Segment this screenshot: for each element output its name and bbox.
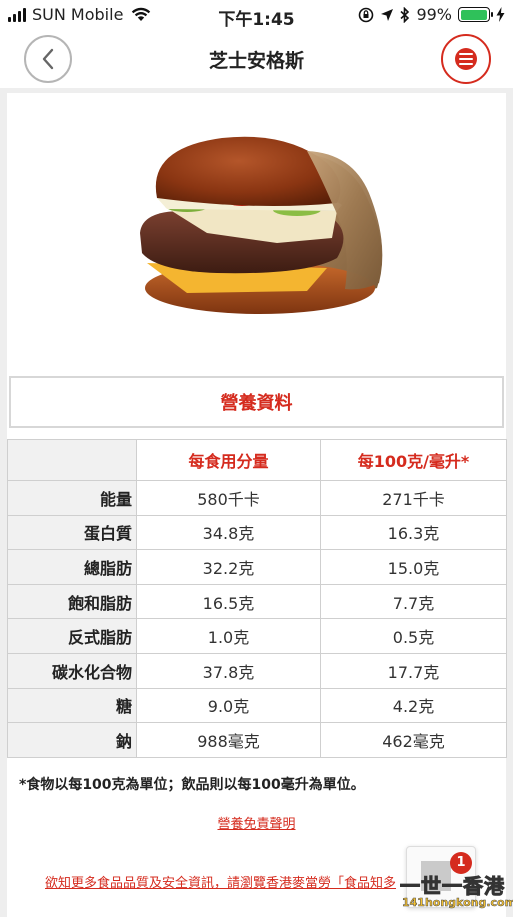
status-right: 99% bbox=[358, 5, 505, 24]
per-100-value: 15.0克 bbox=[320, 549, 507, 585]
table-row: 能量 580千卡 271千卡 bbox=[7, 480, 507, 516]
bluetooth-icon bbox=[400, 6, 410, 23]
per-serving-value: 16.5克 bbox=[136, 583, 321, 620]
status-bar: SUN Mobile 下午1:45 99% bbox=[0, 0, 513, 30]
disclaimer-link[interactable]: 營養免責聲明 bbox=[7, 813, 506, 832]
row-label: 飽和脂肪 bbox=[7, 583, 137, 620]
more-info-link[interactable]: 欲知更多食品品質及安全資訊，請瀏覽香港麥當勞「食品知多 bbox=[45, 872, 396, 891]
watermark-top: 一世一香港 bbox=[400, 874, 505, 899]
battery-percent: 99% bbox=[416, 5, 452, 24]
table-row: 糖 9.0克 4.2克 bbox=[7, 687, 507, 724]
content-frame: 營養資料 每食用分量 每100克/毫升* 能量 580千卡 271千卡 蛋白質 … bbox=[0, 88, 513, 917]
per-100-value: 271千卡 bbox=[320, 480, 507, 516]
column-per-100: 每100克/毫升* bbox=[320, 439, 507, 481]
page-title: 芝士安格斯 bbox=[208, 50, 304, 72]
per-serving-value: 37.8克 bbox=[136, 652, 321, 689]
watermark-logo: 一世一香港 141hongkong.com bbox=[400, 870, 513, 914]
per-serving-value: 32.2克 bbox=[136, 549, 321, 585]
row-label: 碳水化合物 bbox=[7, 652, 137, 689]
menu-icon bbox=[455, 48, 477, 70]
column-per-serving: 每食用分量 bbox=[136, 439, 321, 481]
per-100-value: 462毫克 bbox=[320, 722, 507, 758]
watermark-bottom: 141hongkong.com bbox=[402, 896, 513, 910]
content-panel: 營養資料 每食用分量 每100克/毫升* 能量 580千卡 271千卡 蛋白質 … bbox=[7, 93, 507, 917]
product-image bbox=[7, 93, 506, 363]
per-serving-value: 34.8克 bbox=[136, 514, 321, 551]
per-serving-value: 580千卡 bbox=[136, 480, 321, 516]
table-row: 碳水化合物 37.8克 17.7克 bbox=[7, 652, 507, 689]
table-row: 反式脂肪 1.0克 0.5克 bbox=[7, 618, 507, 654]
burger-image bbox=[140, 136, 383, 314]
per-100-value: 0.5克 bbox=[320, 618, 507, 654]
table-row: 蛋白質 34.8克 16.3克 bbox=[7, 514, 507, 551]
nutrition-section-header: 營養資料 bbox=[9, 376, 504, 428]
table-header-blank bbox=[7, 439, 137, 481]
battery-fill bbox=[460, 9, 488, 20]
table-row: 鈉 988毫克 462毫克 bbox=[7, 722, 507, 758]
nutrition-table: 每食用分量 每100克/毫升* 能量 580千卡 271千卡 蛋白質 34.8克… bbox=[7, 439, 507, 758]
row-label: 鈉 bbox=[7, 722, 137, 758]
per-serving-value: 988毫克 bbox=[136, 722, 321, 758]
table-row: 總脂肪 32.2克 15.0克 bbox=[7, 549, 507, 585]
footnote: *食物以每100克為單位；飲品則以每100毫升為單位。 bbox=[19, 777, 365, 793]
per-serving-value: 1.0克 bbox=[136, 618, 321, 654]
menu-button[interactable] bbox=[441, 34, 491, 84]
row-label: 總脂肪 bbox=[7, 549, 137, 585]
rotation-lock-icon bbox=[359, 7, 374, 22]
table-header-row: 每食用分量 每100克/毫升* bbox=[7, 439, 507, 481]
row-label: 蛋白質 bbox=[7, 514, 137, 551]
battery-icon bbox=[458, 7, 493, 22]
per-serving-value: 9.0克 bbox=[136, 687, 321, 724]
row-label: 糖 bbox=[7, 687, 137, 724]
table-row: 飽和脂肪 16.5克 7.7克 bbox=[7, 583, 507, 620]
per-100-value: 4.2克 bbox=[320, 687, 507, 724]
per-100-value: 7.7克 bbox=[320, 583, 507, 620]
per-100-value: 17.7克 bbox=[320, 652, 507, 689]
row-label: 能量 bbox=[7, 480, 137, 516]
row-label: 反式脂肪 bbox=[7, 618, 137, 654]
per-100-value: 16.3克 bbox=[320, 514, 507, 551]
location-icon bbox=[381, 8, 394, 21]
charging-icon bbox=[496, 7, 505, 22]
app-header: 芝士安格斯 bbox=[0, 30, 513, 88]
nutrition-title: 營養資料 bbox=[220, 393, 293, 414]
